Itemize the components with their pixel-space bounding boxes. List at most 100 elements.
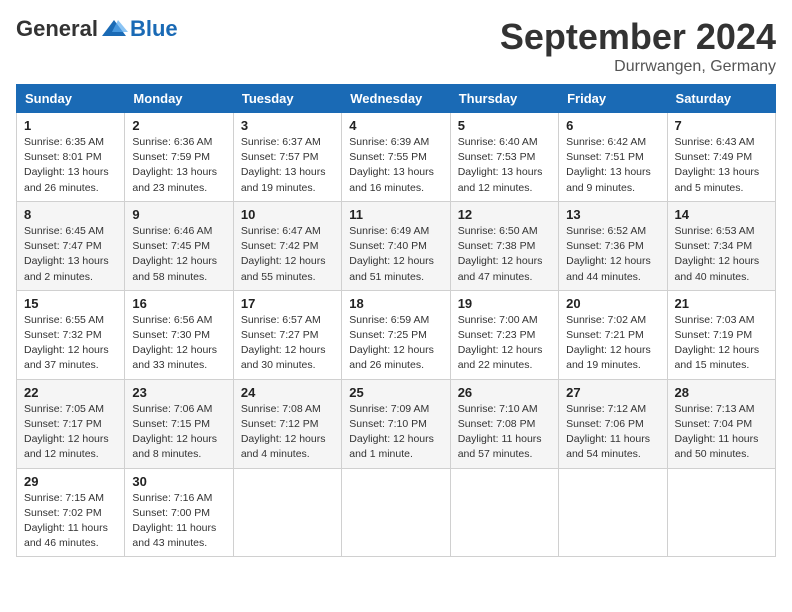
- calendar-cell: 22 Sunrise: 7:05 AMSunset: 7:17 PMDaylig…: [17, 379, 125, 468]
- header-friday: Friday: [559, 85, 667, 113]
- calendar-cell: 26 Sunrise: 7:10 AMSunset: 7:08 PMDaylig…: [450, 379, 558, 468]
- day-info: Sunrise: 7:05 AMSunset: 7:17 PMDaylight:…: [24, 402, 117, 463]
- day-number: 28: [675, 385, 768, 400]
- day-info: Sunrise: 6:59 AMSunset: 7:25 PMDaylight:…: [349, 313, 442, 374]
- calendar-cell: 6 Sunrise: 6:42 AMSunset: 7:51 PMDayligh…: [559, 113, 667, 202]
- day-info: Sunrise: 7:13 AMSunset: 7:04 PMDaylight:…: [675, 402, 768, 463]
- calendar-cell: 1 Sunrise: 6:35 AMSunset: 8:01 PMDayligh…: [17, 113, 125, 202]
- header-saturday: Saturday: [667, 85, 775, 113]
- day-number: 20: [566, 296, 659, 311]
- location-text: Durrwangen, Germany: [500, 58, 776, 76]
- calendar-cell: 4 Sunrise: 6:39 AMSunset: 7:55 PMDayligh…: [342, 113, 450, 202]
- calendar-cell: 2 Sunrise: 6:36 AMSunset: 7:59 PMDayligh…: [125, 113, 233, 202]
- calendar-cell: 14 Sunrise: 6:53 AMSunset: 7:34 PMDaylig…: [667, 201, 775, 290]
- header-sunday: Sunday: [17, 85, 125, 113]
- day-number: 26: [458, 385, 551, 400]
- day-number: 24: [241, 385, 334, 400]
- day-info: Sunrise: 7:06 AMSunset: 7:15 PMDaylight:…: [132, 402, 225, 463]
- calendar-cell: 10 Sunrise: 6:47 AMSunset: 7:42 PMDaylig…: [233, 201, 341, 290]
- day-info: Sunrise: 7:10 AMSunset: 7:08 PMDaylight:…: [458, 402, 551, 463]
- day-number: 23: [132, 385, 225, 400]
- calendar-cell: 25 Sunrise: 7:09 AMSunset: 7:10 PMDaylig…: [342, 379, 450, 468]
- day-info: Sunrise: 6:49 AMSunset: 7:40 PMDaylight:…: [349, 224, 442, 285]
- logo: General Blue: [16, 16, 178, 42]
- day-number: 21: [675, 296, 768, 311]
- calendar-cell: 13 Sunrise: 6:52 AMSunset: 7:36 PMDaylig…: [559, 201, 667, 290]
- day-number: 9: [132, 207, 225, 222]
- calendar-cell: 19 Sunrise: 7:00 AMSunset: 7:23 PMDaylig…: [450, 290, 558, 379]
- month-title: September 2024: [500, 16, 776, 58]
- calendar-cell: 28 Sunrise: 7:13 AMSunset: 7:04 PMDaylig…: [667, 379, 775, 468]
- day-number: 22: [24, 385, 117, 400]
- day-info: Sunrise: 6:45 AMSunset: 7:47 PMDaylight:…: [24, 224, 117, 285]
- calendar-row: 15 Sunrise: 6:55 AMSunset: 7:32 PMDaylig…: [17, 290, 776, 379]
- day-info: Sunrise: 6:55 AMSunset: 7:32 PMDaylight:…: [24, 313, 117, 374]
- calendar-cell: [667, 468, 775, 557]
- day-number: 30: [132, 474, 225, 489]
- day-info: Sunrise: 6:42 AMSunset: 7:51 PMDaylight:…: [566, 135, 659, 196]
- day-info: Sunrise: 6:39 AMSunset: 7:55 PMDaylight:…: [349, 135, 442, 196]
- logo-blue-text: Blue: [130, 16, 178, 42]
- calendar-cell: 29 Sunrise: 7:15 AMSunset: 7:02 PMDaylig…: [17, 468, 125, 557]
- day-number: 7: [675, 118, 768, 133]
- day-info: Sunrise: 6:35 AMSunset: 8:01 PMDaylight:…: [24, 135, 117, 196]
- day-number: 2: [132, 118, 225, 133]
- calendar-cell: [233, 468, 341, 557]
- day-info: Sunrise: 7:03 AMSunset: 7:19 PMDaylight:…: [675, 313, 768, 374]
- day-number: 29: [24, 474, 117, 489]
- calendar-cell: [450, 468, 558, 557]
- title-section: September 2024 Durrwangen, Germany: [500, 16, 776, 76]
- logo-icon: [100, 18, 128, 40]
- day-info: Sunrise: 6:43 AMSunset: 7:49 PMDaylight:…: [675, 135, 768, 196]
- day-number: 17: [241, 296, 334, 311]
- day-info: Sunrise: 7:08 AMSunset: 7:12 PMDaylight:…: [241, 402, 334, 463]
- day-number: 4: [349, 118, 442, 133]
- day-number: 8: [24, 207, 117, 222]
- calendar-cell: 5 Sunrise: 6:40 AMSunset: 7:53 PMDayligh…: [450, 113, 558, 202]
- day-number: 19: [458, 296, 551, 311]
- day-info: Sunrise: 6:52 AMSunset: 7:36 PMDaylight:…: [566, 224, 659, 285]
- day-info: Sunrise: 7:02 AMSunset: 7:21 PMDaylight:…: [566, 313, 659, 374]
- calendar-cell: [342, 468, 450, 557]
- day-number: 13: [566, 207, 659, 222]
- day-info: Sunrise: 6:36 AMSunset: 7:59 PMDaylight:…: [132, 135, 225, 196]
- calendar-cell: 7 Sunrise: 6:43 AMSunset: 7:49 PMDayligh…: [667, 113, 775, 202]
- day-info: Sunrise: 6:53 AMSunset: 7:34 PMDaylight:…: [675, 224, 768, 285]
- calendar-cell: 8 Sunrise: 6:45 AMSunset: 7:47 PMDayligh…: [17, 201, 125, 290]
- calendar-cell: 11 Sunrise: 6:49 AMSunset: 7:40 PMDaylig…: [342, 201, 450, 290]
- day-info: Sunrise: 6:37 AMSunset: 7:57 PMDaylight:…: [241, 135, 334, 196]
- calendar-row: 29 Sunrise: 7:15 AMSunset: 7:02 PMDaylig…: [17, 468, 776, 557]
- day-number: 11: [349, 207, 442, 222]
- calendar-cell: 24 Sunrise: 7:08 AMSunset: 7:12 PMDaylig…: [233, 379, 341, 468]
- day-number: 16: [132, 296, 225, 311]
- header-wednesday: Wednesday: [342, 85, 450, 113]
- header-tuesday: Tuesday: [233, 85, 341, 113]
- header-monday: Monday: [125, 85, 233, 113]
- calendar-row: 8 Sunrise: 6:45 AMSunset: 7:47 PMDayligh…: [17, 201, 776, 290]
- calendar-table: Sunday Monday Tuesday Wednesday Thursday…: [16, 84, 776, 557]
- calendar-cell: 17 Sunrise: 6:57 AMSunset: 7:27 PMDaylig…: [233, 290, 341, 379]
- day-info: Sunrise: 7:15 AMSunset: 7:02 PMDaylight:…: [24, 491, 117, 552]
- page-header: General Blue September 2024 Durrwangen, …: [16, 16, 776, 76]
- day-info: Sunrise: 6:57 AMSunset: 7:27 PMDaylight:…: [241, 313, 334, 374]
- day-info: Sunrise: 7:09 AMSunset: 7:10 PMDaylight:…: [349, 402, 442, 463]
- day-number: 1: [24, 118, 117, 133]
- calendar-cell: 15 Sunrise: 6:55 AMSunset: 7:32 PMDaylig…: [17, 290, 125, 379]
- day-info: Sunrise: 6:56 AMSunset: 7:30 PMDaylight:…: [132, 313, 225, 374]
- day-number: 15: [24, 296, 117, 311]
- day-info: Sunrise: 7:16 AMSunset: 7:00 PMDaylight:…: [132, 491, 225, 552]
- logo-general-text: General: [16, 16, 98, 42]
- weekday-header-row: Sunday Monday Tuesday Wednesday Thursday…: [17, 85, 776, 113]
- calendar-cell: 3 Sunrise: 6:37 AMSunset: 7:57 PMDayligh…: [233, 113, 341, 202]
- calendar-cell: 12 Sunrise: 6:50 AMSunset: 7:38 PMDaylig…: [450, 201, 558, 290]
- day-info: Sunrise: 6:46 AMSunset: 7:45 PMDaylight:…: [132, 224, 225, 285]
- day-number: 18: [349, 296, 442, 311]
- day-info: Sunrise: 7:12 AMSunset: 7:06 PMDaylight:…: [566, 402, 659, 463]
- day-number: 6: [566, 118, 659, 133]
- day-number: 3: [241, 118, 334, 133]
- calendar-cell: 21 Sunrise: 7:03 AMSunset: 7:19 PMDaylig…: [667, 290, 775, 379]
- day-number: 27: [566, 385, 659, 400]
- calendar-cell: 27 Sunrise: 7:12 AMSunset: 7:06 PMDaylig…: [559, 379, 667, 468]
- calendar-cell: [559, 468, 667, 557]
- day-number: 5: [458, 118, 551, 133]
